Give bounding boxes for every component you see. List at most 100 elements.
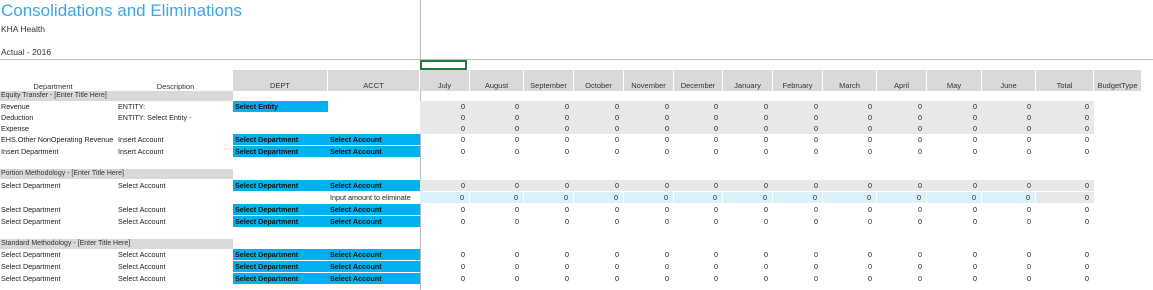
acct-selector[interactable]: Select Account <box>328 261 420 272</box>
month-value-cell[interactable]: 0 <box>877 216 927 227</box>
dept-selector[interactable]: Select Department <box>233 273 328 284</box>
month-value-cell[interactable]: 0 <box>773 123 823 134</box>
month-value-cell[interactable]: 0 <box>524 216 574 227</box>
month-value-cell[interactable]: 0 <box>823 134 877 145</box>
month-value-cell[interactable]: 0 <box>982 192 1036 203</box>
month-value-cell[interactable]: 0 <box>877 123 927 134</box>
month-value-cell[interactable]: 0 <box>674 134 723 145</box>
month-value-cell[interactable]: 0 <box>574 216 624 227</box>
month-value-cell[interactable]: 0 <box>877 146 927 157</box>
month-value-cell[interactable]: 0 <box>574 134 624 145</box>
month-value-cell[interactable]: 0 <box>574 180 624 191</box>
month-value-cell[interactable]: 0 <box>877 112 927 123</box>
column-header-month[interactable]: June <box>982 70 1036 91</box>
month-value-cell[interactable]: 0 <box>524 134 574 145</box>
month-value-cell[interactable]: 0 <box>420 134 470 145</box>
row-department[interactable]: Revenue <box>1 101 117 112</box>
month-value-cell[interactable]: 0 <box>982 273 1036 284</box>
row-department[interactable]: Select Department <box>1 180 117 191</box>
month-value-cell[interactable]: 0 <box>524 249 574 260</box>
row-description[interactable]: Insert Account <box>118 146 232 157</box>
month-value-cell[interactable]: 0 <box>574 204 624 215</box>
month-value-cell[interactable]: 0 <box>674 273 723 284</box>
month-value-cell[interactable]: 0 <box>723 192 773 203</box>
row-description[interactable]: Select Account <box>118 216 232 227</box>
column-header-month[interactable]: November <box>624 70 674 91</box>
column-header-dept[interactable]: DEPT <box>233 70 328 91</box>
month-value-cell[interactable]: 0 <box>574 112 624 123</box>
row-department[interactable]: Select Department <box>1 204 117 215</box>
month-value-cell[interactable]: 0 <box>877 204 927 215</box>
month-value-cell[interactable]: 0 <box>420 146 470 157</box>
month-value-cell[interactable]: 0 <box>470 146 524 157</box>
month-value-cell[interactable]: 0 <box>982 123 1036 134</box>
month-value-cell[interactable]: 0 <box>823 216 877 227</box>
month-value-cell[interactable]: 0 <box>823 101 877 112</box>
month-value-cell[interactable]: 0 <box>982 112 1036 123</box>
column-header-month[interactable]: April <box>877 70 927 91</box>
month-value-cell[interactable]: 0 <box>877 101 927 112</box>
acct-selector[interactable]: Select Account <box>328 146 420 157</box>
month-value-cell[interactable]: 0 <box>674 216 723 227</box>
month-value-cell[interactable]: 0 <box>524 112 574 123</box>
month-value-cell[interactable]: 0 <box>823 180 877 191</box>
month-value-cell[interactable]: 0 <box>982 146 1036 157</box>
month-value-cell[interactable]: 0 <box>470 123 524 134</box>
month-value-cell[interactable]: 0 <box>674 123 723 134</box>
month-value-cell[interactable]: 0 <box>524 180 574 191</box>
month-value-cell[interactable]: 0 <box>624 123 674 134</box>
acct-selector[interactable]: Select Account <box>328 180 420 191</box>
month-value-cell[interactable]: 0 <box>470 180 524 191</box>
month-value-cell[interactable]: 0 <box>823 123 877 134</box>
month-value-cell[interactable]: 0 <box>927 192 982 203</box>
month-value-cell[interactable]: 0 <box>773 180 823 191</box>
month-value-cell[interactable]: 0 <box>470 112 524 123</box>
month-value-cell[interactable]: 0 <box>674 146 723 157</box>
row-description[interactable]: Select Account <box>118 261 232 272</box>
month-value-cell[interactable]: 0 <box>773 192 823 203</box>
month-value-cell[interactable]: 0 <box>420 101 470 112</box>
month-value-cell[interactable]: 0 <box>470 273 524 284</box>
row-description[interactable]: Insert Account <box>118 134 232 145</box>
month-value-cell[interactable]: 0 <box>524 273 574 284</box>
month-value-cell[interactable]: 0 <box>624 261 674 272</box>
column-header-month[interactable]: January <box>723 70 773 91</box>
row-description[interactable]: Select Account <box>118 204 232 215</box>
column-header-month[interactable]: March <box>823 70 877 91</box>
month-value-cell[interactable]: 0 <box>823 261 877 272</box>
active-cell-selection[interactable] <box>420 60 467 70</box>
column-header-month[interactable]: May <box>927 70 982 91</box>
row-department[interactable]: EHS.Other NonOperating Revenue <box>1 134 117 145</box>
row-description[interactable]: Select Account <box>118 180 232 191</box>
row-description[interactable]: Select Account <box>118 249 232 260</box>
month-value-cell[interactable]: 0 <box>927 123 982 134</box>
month-value-cell[interactable]: 0 <box>773 261 823 272</box>
month-value-cell[interactable]: 0 <box>723 204 773 215</box>
month-value-cell[interactable]: 0 <box>982 216 1036 227</box>
month-value-cell[interactable]: 0 <box>877 134 927 145</box>
month-value-cell[interactable]: 0 <box>420 273 470 284</box>
column-header-month[interactable]: July <box>420 70 470 91</box>
row-department[interactable]: Expense <box>1 123 117 134</box>
month-value-cell[interactable]: 0 <box>624 249 674 260</box>
month-value-cell[interactable]: 0 <box>723 134 773 145</box>
dept-selector[interactable]: Select Entity <box>233 101 328 112</box>
month-value-cell[interactable]: 0 <box>773 112 823 123</box>
month-value-cell[interactable]: 0 <box>624 146 674 157</box>
month-value-cell[interactable]: 0 <box>877 261 927 272</box>
month-value-cell[interactable]: 0 <box>877 192 927 203</box>
column-header-month[interactable]: February <box>773 70 823 91</box>
month-value-cell[interactable]: 0 <box>624 273 674 284</box>
month-value-cell[interactable]: 0 <box>982 101 1036 112</box>
month-value-cell[interactable]: 0 <box>524 101 574 112</box>
month-value-cell[interactable]: 0 <box>723 112 773 123</box>
month-value-cell[interactable]: 0 <box>470 101 524 112</box>
row-department[interactable]: Select Department <box>1 249 117 260</box>
month-value-cell[interactable]: 0 <box>723 216 773 227</box>
month-value-cell[interactable]: 0 <box>723 273 773 284</box>
month-value-cell[interactable]: 0 <box>470 249 524 260</box>
month-value-cell[interactable]: 0 <box>470 192 524 203</box>
month-value-cell[interactable]: 0 <box>773 146 823 157</box>
month-value-cell[interactable]: 0 <box>624 216 674 227</box>
acct-selector[interactable]: Select Account <box>328 273 420 284</box>
